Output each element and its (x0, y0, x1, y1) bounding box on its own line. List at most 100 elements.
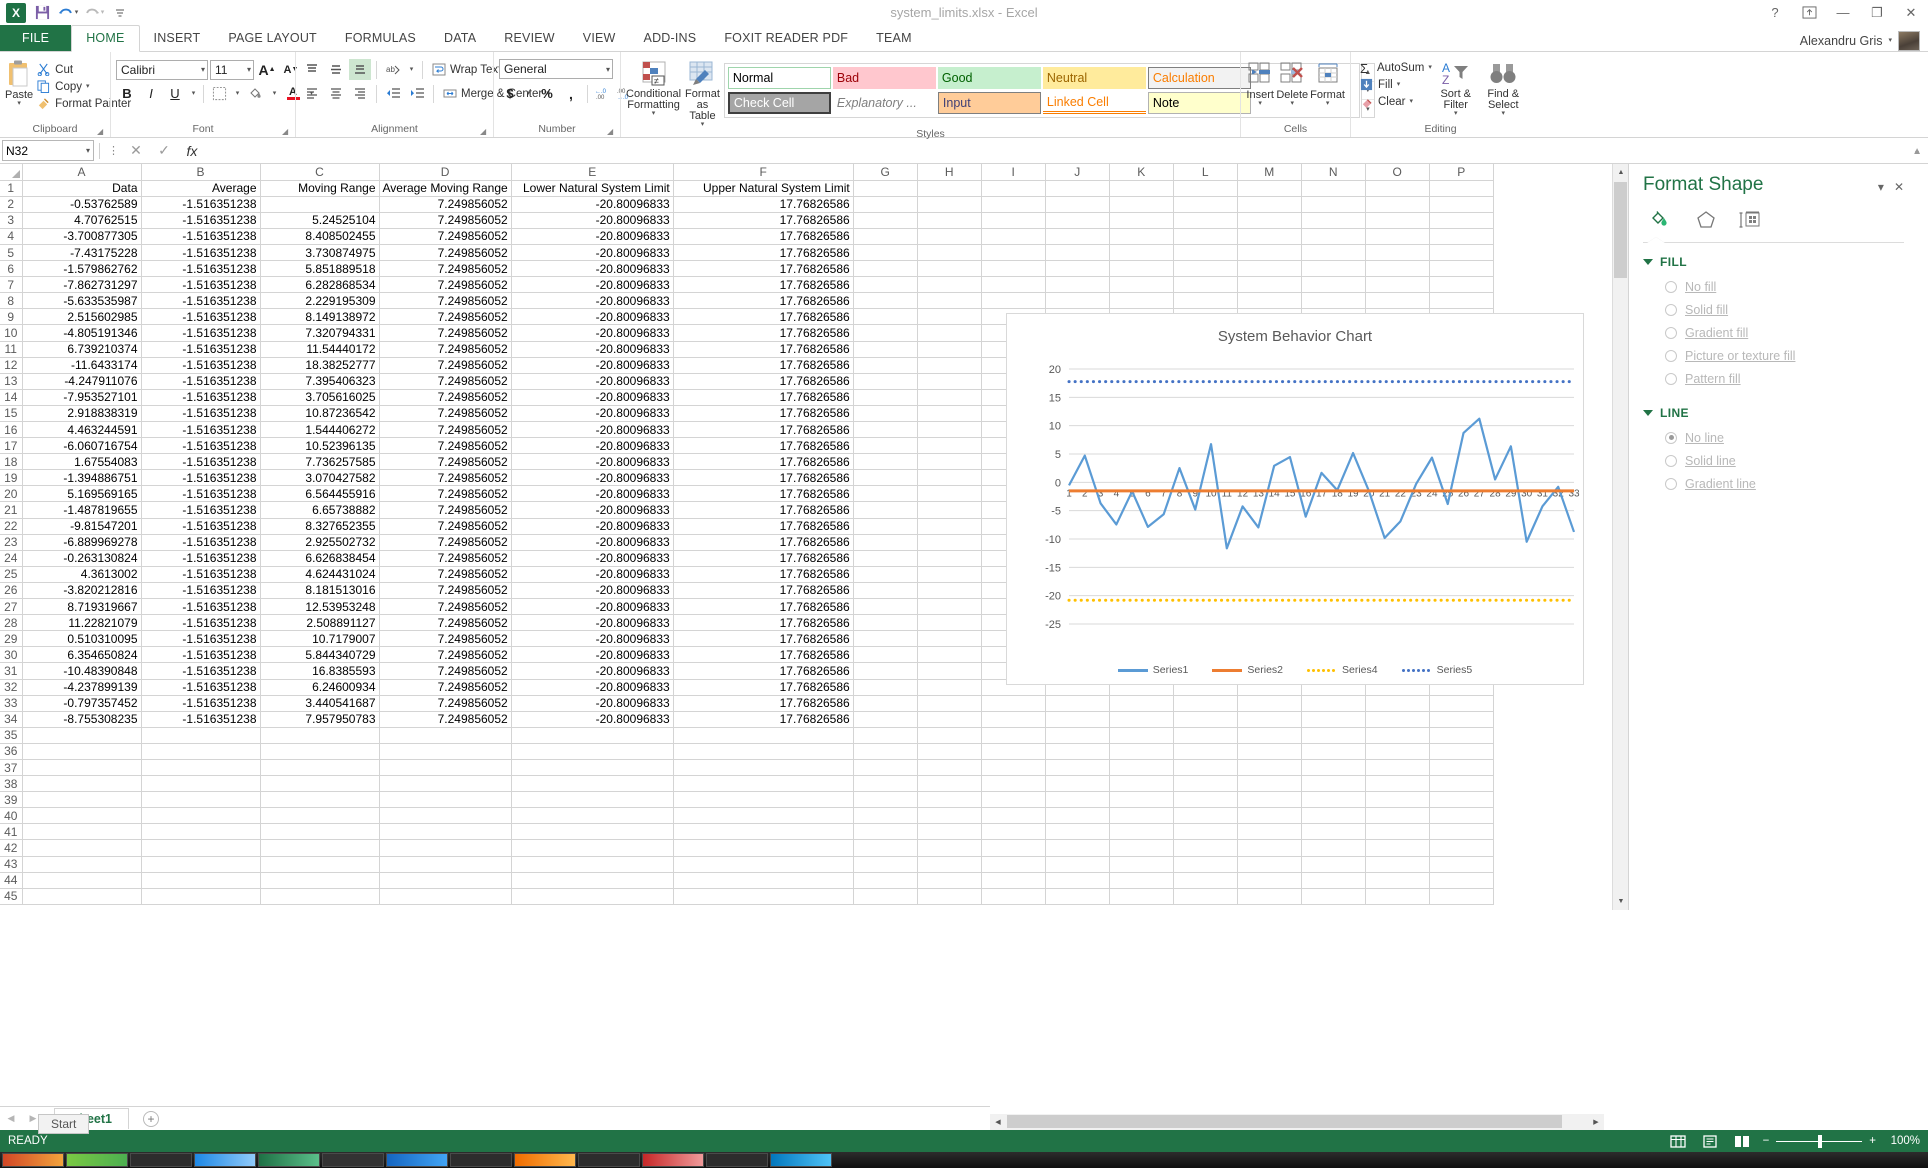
cell-B6[interactable]: -1.516351238 (141, 260, 261, 278)
cell-J6[interactable] (1045, 260, 1110, 278)
table-row[interactable]: 6 -1.579862762 -1.516351238 5.851889518 7.24… (0, 260, 1494, 278)
cell-F43[interactable] (673, 856, 854, 873)
cell-E31[interactable]: -20.80096833 (511, 662, 674, 680)
cell-E33[interactable]: -20.80096833 (511, 695, 674, 712)
cell-A9[interactable]: 2.515602985 (22, 308, 142, 326)
cell-G23[interactable] (853, 534, 918, 551)
column-header-o[interactable]: O (1365, 164, 1430, 181)
cell-O39[interactable] (1365, 791, 1430, 809)
tab-formulas[interactable]: FORMULAS (331, 26, 430, 51)
cell-H27[interactable] (917, 598, 982, 616)
radio-solid-line[interactable] (1665, 454, 1677, 467)
row-header-30[interactable]: 30 (0, 646, 23, 664)
cell-M42[interactable] (1237, 839, 1302, 857)
cell-A37[interactable] (22, 759, 142, 777)
cell-G44[interactable] (853, 872, 918, 889)
cell-I39[interactable] (981, 791, 1046, 809)
autosum-button[interactable]: Σ AutoSum ▾ (1356, 59, 1432, 76)
cell-G25[interactable] (853, 566, 918, 583)
cell-B25[interactable]: -1.516351238 (141, 566, 261, 583)
row-header-24[interactable]: 24 (0, 550, 23, 567)
row-header-35[interactable]: 35 (0, 727, 23, 744)
cell-style-note[interactable]: Note (1147, 92, 1251, 114)
cell-D8[interactable]: 7.249856052 (379, 292, 512, 310)
cell-D12[interactable]: 7.249856052 (379, 357, 512, 374)
underline-caret-icon[interactable]: ▾ (188, 83, 199, 104)
cell-H32[interactable] (917, 679, 982, 696)
cell-H36[interactable] (917, 743, 982, 760)
percent-button[interactable]: % (536, 83, 558, 104)
row-header-38[interactable]: 38 (0, 775, 23, 793)
cell-E37[interactable] (511, 759, 674, 777)
decrease-indent-button[interactable] (382, 83, 404, 104)
table-row[interactable]: 41 (0, 823, 1494, 841)
cell-H18[interactable] (917, 453, 982, 471)
cell-B42[interactable] (141, 839, 261, 857)
legend-item-series2[interactable]: Series2 (1212, 664, 1283, 676)
cell-F37[interactable] (673, 759, 854, 777)
row-header-28[interactable]: 28 (0, 614, 23, 632)
cell-B9[interactable]: -1.516351238 (141, 308, 261, 326)
cell-B41[interactable] (141, 823, 261, 841)
cell-F35[interactable] (673, 727, 854, 744)
cell-M33[interactable] (1237, 695, 1302, 712)
tab-review[interactable]: REVIEW (490, 26, 569, 51)
confirm-entry-icon[interactable]: ✓ (150, 140, 178, 162)
cell-D37[interactable] (379, 759, 512, 777)
cell-N2[interactable] (1301, 196, 1366, 213)
cell-N45[interactable] (1301, 888, 1366, 905)
row-header-23[interactable]: 23 (0, 534, 23, 551)
cell-J1[interactable] (1045, 180, 1110, 197)
clear-button[interactable]: Clear ▾ (1356, 93, 1430, 110)
cell-M44[interactable] (1237, 872, 1302, 889)
cell-B14[interactable]: -1.516351238 (141, 389, 261, 406)
cell-L36[interactable] (1173, 743, 1238, 760)
cell-L38[interactable] (1173, 775, 1238, 793)
cell-I1[interactable] (981, 180, 1046, 197)
insert-function-icon[interactable]: fx (178, 140, 206, 162)
align-center-button[interactable] (325, 83, 347, 104)
cell-A26[interactable]: -3.820212816 (22, 582, 142, 600)
cell-H42[interactable] (917, 839, 982, 857)
cell-M37[interactable] (1237, 759, 1302, 777)
cell-H35[interactable] (917, 727, 982, 744)
cell-D38[interactable] (379, 775, 512, 793)
cell-H21[interactable] (917, 501, 982, 519)
cell-D29[interactable]: 7.249856052 (379, 630, 512, 648)
cell-F3[interactable]: 17.76826586 (673, 212, 854, 229)
cell-L3[interactable] (1173, 212, 1238, 229)
cell-P40[interactable] (1429, 807, 1494, 825)
table-row[interactable]: 42 (0, 839, 1494, 857)
minimize-button[interactable]: — (1826, 1, 1860, 25)
help-button[interactable]: ? (1758, 1, 1792, 25)
cell-style-explanatory-text[interactable]: Explanatory ... (832, 92, 936, 114)
number-dialog-launcher[interactable]: ◢ (607, 127, 616, 136)
cell-L39[interactable] (1173, 791, 1238, 809)
cell-E17[interactable]: -20.80096833 (511, 437, 674, 455)
cell-I42[interactable] (981, 839, 1046, 857)
cancel-entry-icon[interactable]: ✕ (122, 140, 150, 162)
cell-A40[interactable] (22, 807, 142, 825)
cell-A25[interactable]: 4.3613002 (22, 566, 142, 583)
task-pane-options-icon[interactable]: ▾ (1878, 180, 1884, 194)
cell-C8[interactable]: 2.229195309 (260, 292, 380, 310)
cell-F15[interactable]: 17.76826586 (673, 405, 854, 423)
cell-G38[interactable] (853, 775, 918, 793)
cell-B23[interactable]: -1.516351238 (141, 534, 261, 551)
cell-L37[interactable] (1173, 759, 1238, 777)
cell-G45[interactable] (853, 888, 918, 905)
cell-E42[interactable] (511, 839, 674, 857)
cell-K3[interactable] (1109, 212, 1174, 229)
effects-icon[interactable] (1693, 208, 1719, 232)
cell-E41[interactable] (511, 823, 674, 841)
cell-O43[interactable] (1365, 856, 1430, 873)
cell-L8[interactable] (1173, 292, 1238, 310)
cell-K41[interactable] (1109, 823, 1174, 841)
row-header-7[interactable]: 7 (0, 276, 23, 294)
cell-A3[interactable]: 4.70762515 (22, 212, 142, 229)
cell-H14[interactable] (917, 389, 982, 406)
cell-B36[interactable] (141, 743, 261, 760)
row-header-31[interactable]: 31 (0, 662, 23, 680)
cell-P1[interactable] (1429, 180, 1494, 197)
cell-L2[interactable] (1173, 196, 1238, 213)
